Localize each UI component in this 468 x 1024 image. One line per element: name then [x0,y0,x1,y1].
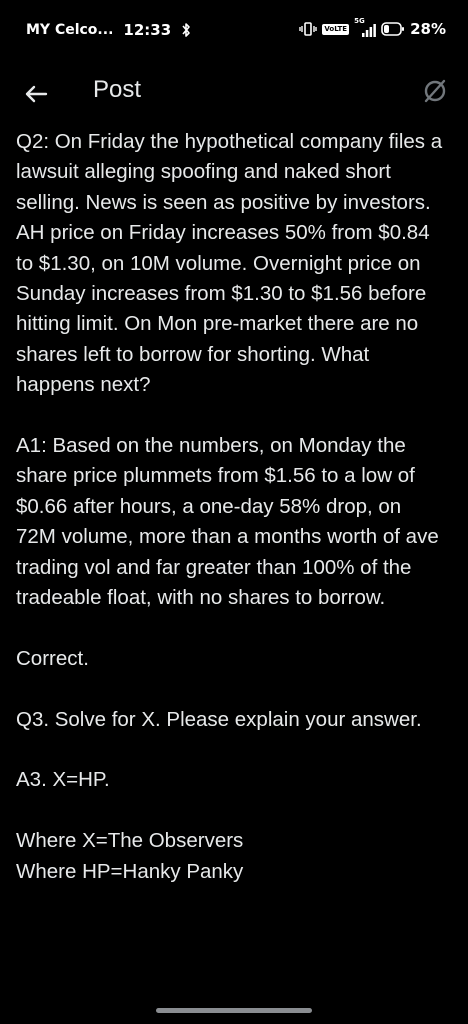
post-paragraph-a1: A1: Based on the numbers, on Monday the … [16,434,439,610]
status-bar: MY Celco... 12:33 VoLTE 5G 28% [0,0,468,64]
app-header: Post [0,64,468,122]
home-indicator[interactable] [156,1008,312,1013]
loading-spinner-icon[interactable] [420,76,450,106]
vibrate-icon [299,22,318,36]
status-right: VoLTE 5G 28% [299,17,446,38]
page-title: Post [93,76,142,103]
post-paragraph-q3: Q3. Solve for X. Please explain your ans… [16,707,422,731]
post-paragraph-q2: Q2: On Friday the hypothetical company f… [16,130,443,397]
signal-strength: 5G [354,17,376,38]
volte-badge: VoLTE [322,23,350,35]
post-paragraph-correct: Correct. [16,646,89,670]
status-left: MY Celco... 12:33 [26,21,191,39]
post-paragraph-where-x: Where X=The Observers [16,829,244,853]
battery-percent: 28% [410,20,446,38]
post-text: Q2: On Friday the hypothetical company f… [16,127,446,887]
battery-icon [381,22,405,36]
arrow-left-icon[interactable] [20,78,52,110]
post-paragraph-where-hp: Where HP=Hanky Panky [16,859,244,883]
clock-time: 12:33 [123,21,172,39]
post-paragraph-a3: A3. X=HP. [16,768,110,792]
bluetooth-icon [182,23,190,37]
carrier-name: MY Celco... [26,22,114,38]
signal-bars-icon [362,24,376,37]
